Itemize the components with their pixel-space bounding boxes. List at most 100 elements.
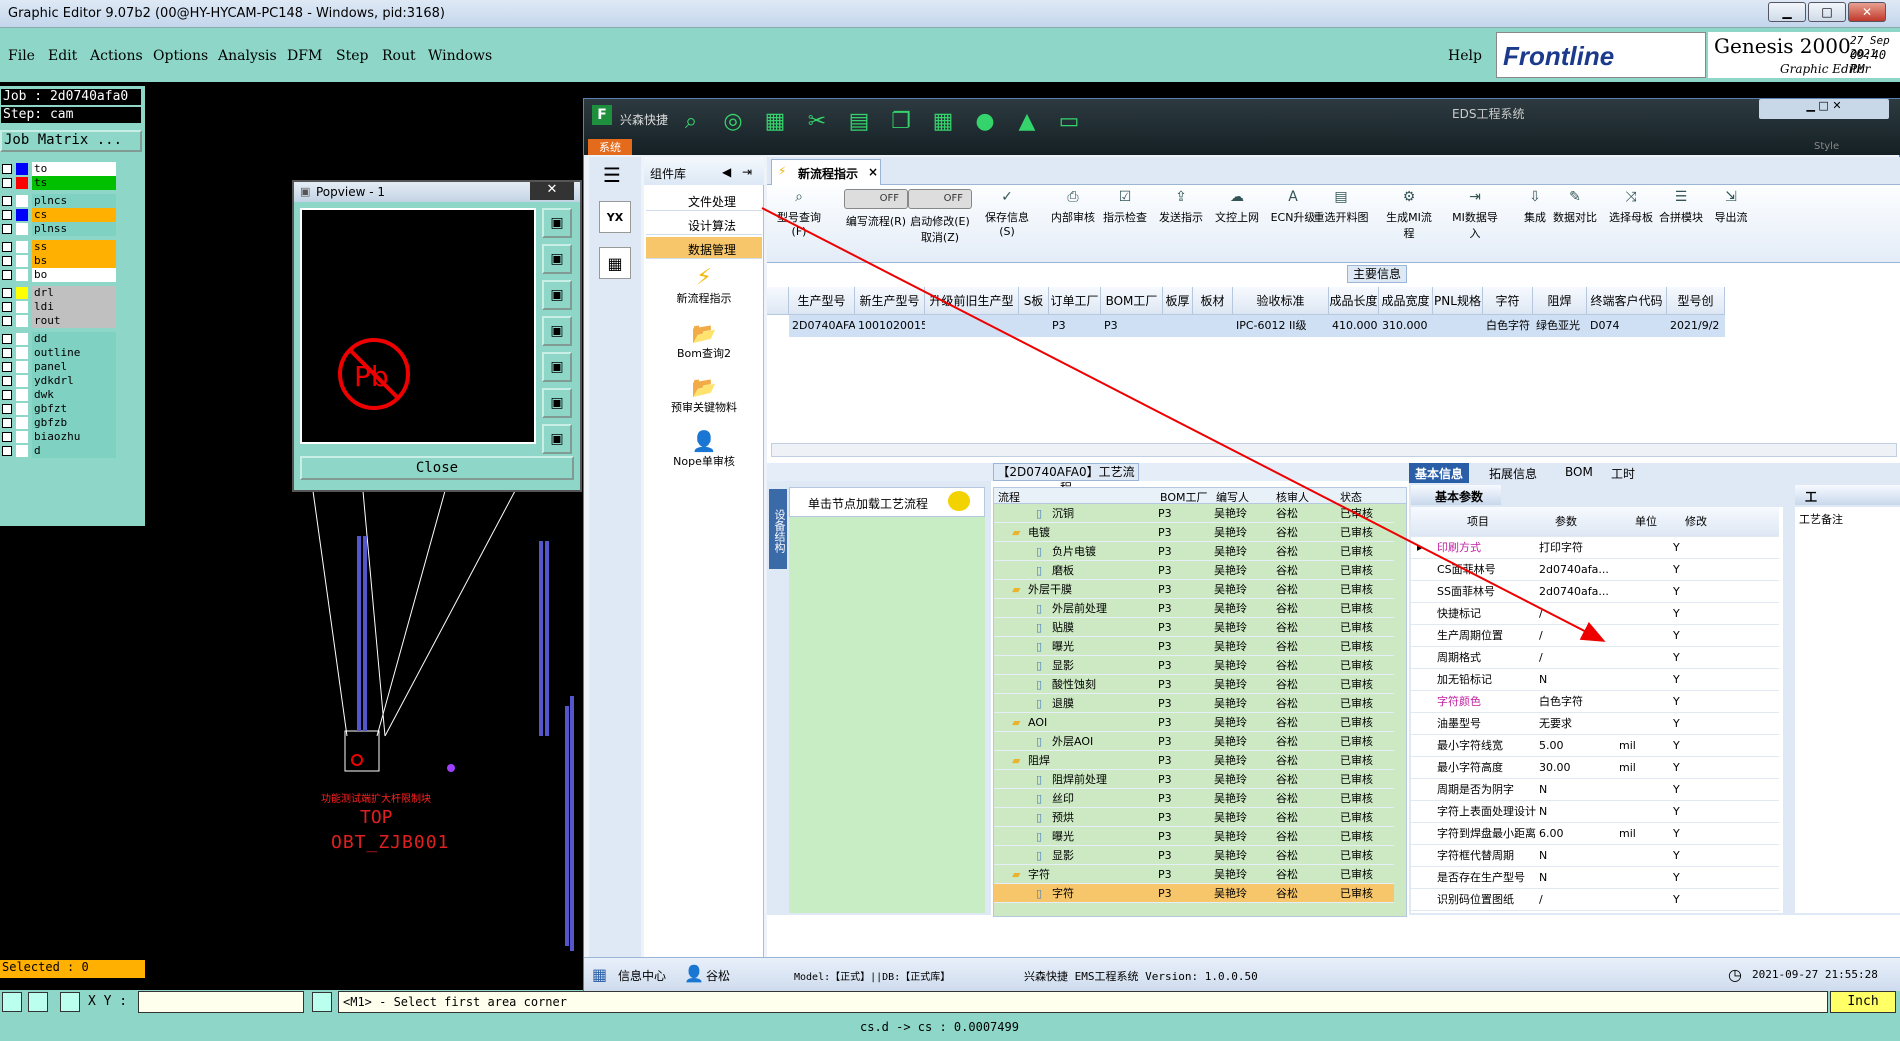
layer-checkbox[interactable] [2, 196, 12, 206]
layer-row[interactable]: dd [0, 332, 116, 346]
tree-col-header[interactable]: 状态 [1340, 489, 1362, 505]
grid-cell[interactable]: 2021/9/2 [1667, 315, 1725, 337]
param-modify[interactable]: Y [1673, 779, 1733, 801]
info-tool-icon[interactable] [312, 992, 332, 1012]
layer-row[interactable]: plncs [0, 194, 116, 208]
layer-checkbox[interactable] [2, 362, 12, 372]
layer-name[interactable]: cs [32, 208, 116, 222]
ribbon-button[interactable]: ⚙ 生成MI流程 [1381, 189, 1437, 259]
grid-cell[interactable] [1163, 315, 1193, 337]
ribbon-button[interactable]: ⇥ MI数据导入 [1447, 189, 1503, 259]
param-value[interactable]: 2d0740afa... [1539, 581, 1617, 603]
ribbon-button[interactable]: ⌕ 型号查询(F) [771, 189, 827, 259]
layer-row[interactable]: gbfzt [0, 402, 116, 416]
layer-row[interactable]: panel [0, 360, 116, 374]
tree-row[interactable]: ▯ 酸性蚀刻 P3 吴艳玲 谷松 已审核 [994, 675, 1394, 694]
monitor-icon[interactable]: ▭ [1056, 109, 1082, 135]
grid-col-header[interactable]: 升级前旧生产型号 [925, 287, 1019, 336]
grid-col-header[interactable]: S板 [1019, 287, 1049, 315]
grid-cell[interactable]: 10010200156301 [855, 315, 925, 337]
param-modify[interactable]: Y [1673, 713, 1733, 735]
minimize-button[interactable]: ▁ [1768, 2, 1806, 22]
tree-row[interactable]: ▯ 贴膜 P3 吴艳玲 谷松 已审核 [994, 618, 1394, 637]
pin-icon[interactable]: ⇥ [742, 165, 752, 179]
param-value[interactable]: N [1539, 867, 1617, 889]
layer-checkbox[interactable] [2, 404, 12, 414]
tree-row[interactable]: ▯ 磨板 P3 吴艳玲 谷松 已审核 [994, 561, 1394, 580]
grid-cell[interactable]: 2D0740AFA0 [789, 315, 855, 337]
layer-name[interactable]: dwk [32, 388, 116, 402]
measure-tool-icon[interactable] [28, 992, 48, 1012]
zoom-fit-icon[interactable]: ▣ [542, 208, 572, 238]
layer-checkbox[interactable] [2, 418, 12, 428]
param-value[interactable]: / [1539, 647, 1617, 669]
menu-rout[interactable]: Rout [382, 48, 416, 64]
ribbon-button[interactable]: ✎ 数据对比 [1547, 189, 1603, 259]
layer-color-swatch[interactable] [16, 431, 28, 443]
tree-row[interactable]: ▯ 沉铜 P3 吴艳玲 谷松 已审核 [994, 504, 1394, 523]
tree-row[interactable]: ▯ 阻焊前处理 P3 吴艳玲 谷松 已审核 [994, 770, 1394, 789]
ribbon-button[interactable]: ⤨ 选择母板 [1603, 189, 1659, 259]
param-modify[interactable]: Y [1673, 757, 1733, 779]
layer-row[interactable]: ydkdrl [0, 374, 116, 388]
layer-name[interactable]: bs [32, 254, 116, 268]
layer-name[interactable]: rout [32, 314, 116, 328]
expand-icon[interactable]: ▣ [542, 388, 572, 418]
off-toggle[interactable]: OFF [908, 189, 972, 209]
tree-col-header[interactable]: 流程 [998, 489, 1020, 505]
eds-window-controls[interactable]: ▁ □ ✕ [1759, 99, 1889, 119]
grid-cell[interactable]: 绿色亚光 [1533, 315, 1587, 337]
layer-color-swatch[interactable] [16, 209, 28, 221]
zoom-out-icon[interactable]: ▣ [542, 280, 572, 310]
ribbon-button[interactable]: ⇲ 导出流 [1703, 189, 1759, 259]
layer-color-swatch[interactable] [16, 403, 28, 415]
grid-col-header[interactable]: 新生产型号 [855, 287, 925, 315]
layer-name[interactable]: drl [32, 286, 116, 300]
layer-color-swatch[interactable] [16, 195, 28, 207]
layer-name[interactable]: plnss [32, 222, 116, 236]
maximize-button[interactable]: □ [1808, 2, 1846, 22]
param-modify[interactable]: Y [1673, 911, 1733, 913]
tree-row[interactable]: ▯ 丝印 P3 吴艳玲 谷松 已审核 [994, 789, 1394, 808]
layer-checkbox[interactable] [2, 288, 12, 298]
layer-color-swatch[interactable] [16, 315, 28, 327]
layer-color-swatch[interactable] [16, 417, 28, 429]
menu-file[interactable]: File [8, 48, 35, 64]
side-item-new-flow[interactable]: ⚡ 新流程指示 [644, 265, 764, 321]
tree-row[interactable]: ▰ AOI P3 吴艳玲 谷松 已审核 [994, 713, 1394, 732]
layer-color-swatch[interactable] [16, 287, 28, 299]
param-value[interactable]: 无要求 [1539, 713, 1617, 735]
layer-checkbox[interactable] [2, 224, 12, 234]
off-toggle[interactable]: OFF [844, 189, 908, 209]
tree-row[interactable]: ▯ 预烘 P3 吴艳玲 谷松 已审核 [994, 808, 1394, 827]
layer-row[interactable]: bs [0, 254, 116, 268]
param-row[interactable]: 加无铅标记 N Y [1411, 669, 1779, 691]
grid-col-header[interactable]: 型号创 [1667, 287, 1725, 315]
ribbon-button[interactable]: OFF 编写流程(R) [841, 189, 911, 259]
grid-cell[interactable]: D074 [1587, 315, 1667, 337]
ribbon-button[interactable]: ⎙ 内部审核 [1045, 189, 1101, 259]
zoom-in-icon[interactable]: ▣ [542, 244, 572, 274]
film-icon[interactable]: ▤ [846, 109, 872, 135]
layer-checkbox[interactable] [2, 316, 12, 326]
xy-input[interactable] [138, 991, 304, 1013]
tree-row[interactable]: ▯ 退膜 P3 吴艳玲 谷松 已审核 [994, 694, 1394, 713]
menu-analysis[interactable]: Analysis [218, 48, 277, 64]
param-row[interactable]: 油墨型号 无要求 Y [1411, 713, 1779, 735]
layer-checkbox[interactable] [2, 242, 12, 252]
param-modify[interactable]: Y [1673, 889, 1733, 911]
grid-cell[interactable] [1019, 315, 1049, 337]
grid-col-header[interactable]: PNL规格 [1433, 287, 1483, 315]
layer-name[interactable]: d [32, 444, 116, 458]
layer-checkbox[interactable] [2, 390, 12, 400]
tab-new-flow[interactable]: ⚡ 新流程指示 × [771, 159, 881, 185]
grid-cell[interactable]: IPC-6012 II级 [1233, 315, 1329, 337]
calculator-icon[interactable]: ▦ [599, 247, 631, 279]
layer-row[interactable]: outline [0, 346, 116, 360]
layer-row[interactable]: plnss [0, 222, 116, 236]
layer-name[interactable]: dd [32, 332, 116, 346]
grid-col-header[interactable]: 字符 [1483, 287, 1533, 315]
layer-color-swatch[interactable] [16, 269, 28, 281]
layer-row[interactable]: rout [0, 314, 116, 328]
param-row[interactable]: 字符颜色 白色字符 Y [1411, 691, 1779, 713]
